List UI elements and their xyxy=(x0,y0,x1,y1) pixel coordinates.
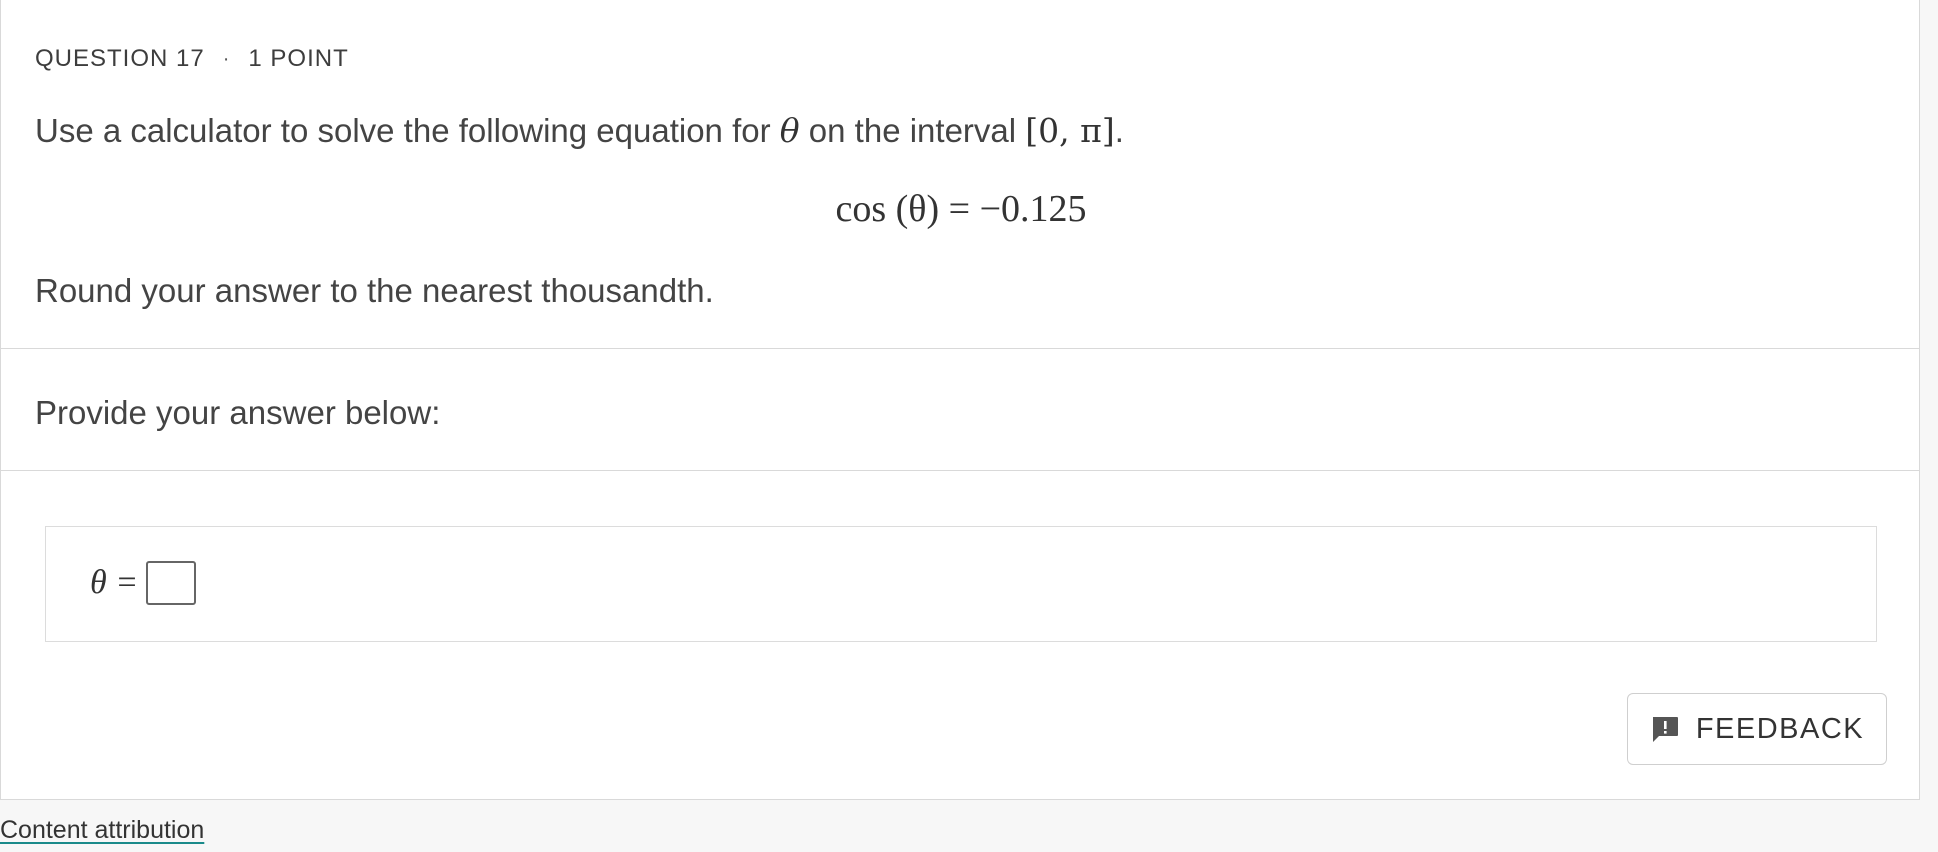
question-number: QUESTION 17 xyxy=(35,45,205,72)
answer-row: θ = xyxy=(90,561,197,605)
answer-box: θ = xyxy=(45,526,1877,642)
question-prompt: Use a calculator to solve the following … xyxy=(35,111,1124,150)
question-points: 1 POINT xyxy=(248,45,349,72)
prompt-prefix: Use a calculator to solve the following … xyxy=(35,112,780,149)
provide-answer-section: Provide your answer below: xyxy=(1,349,1919,471)
question-header: QUESTION 17 · 1 POINT xyxy=(35,45,349,73)
answer-input[interactable] xyxy=(146,561,197,605)
question-card: QUESTION 17 · 1 POINT Use a calculator t… xyxy=(0,0,1920,800)
question-section: QUESTION 17 · 1 POINT Use a calculator t… xyxy=(1,0,1919,349)
content-attribution-link[interactable]: Content attribution xyxy=(0,816,204,845)
provide-answer-heading: Provide your answer below: xyxy=(35,394,441,431)
equation: cos (θ) = −0.125 xyxy=(835,188,1087,230)
prompt-interval: [0, π] xyxy=(1025,111,1115,150)
answer-label: θ = xyxy=(90,564,139,601)
prompt-suffix: . xyxy=(1114,112,1124,149)
feedback-button[interactable]: FEEDBACK xyxy=(1627,693,1887,765)
rounding-instruction: Round your answer to the nearest thousan… xyxy=(35,272,714,309)
prompt-middle: on the interval xyxy=(799,112,1026,149)
feedback-label: FEEDBACK xyxy=(1695,712,1865,745)
header-separator: · xyxy=(222,47,231,70)
prompt-variable: θ xyxy=(779,111,800,150)
feedback-icon xyxy=(1650,714,1680,744)
